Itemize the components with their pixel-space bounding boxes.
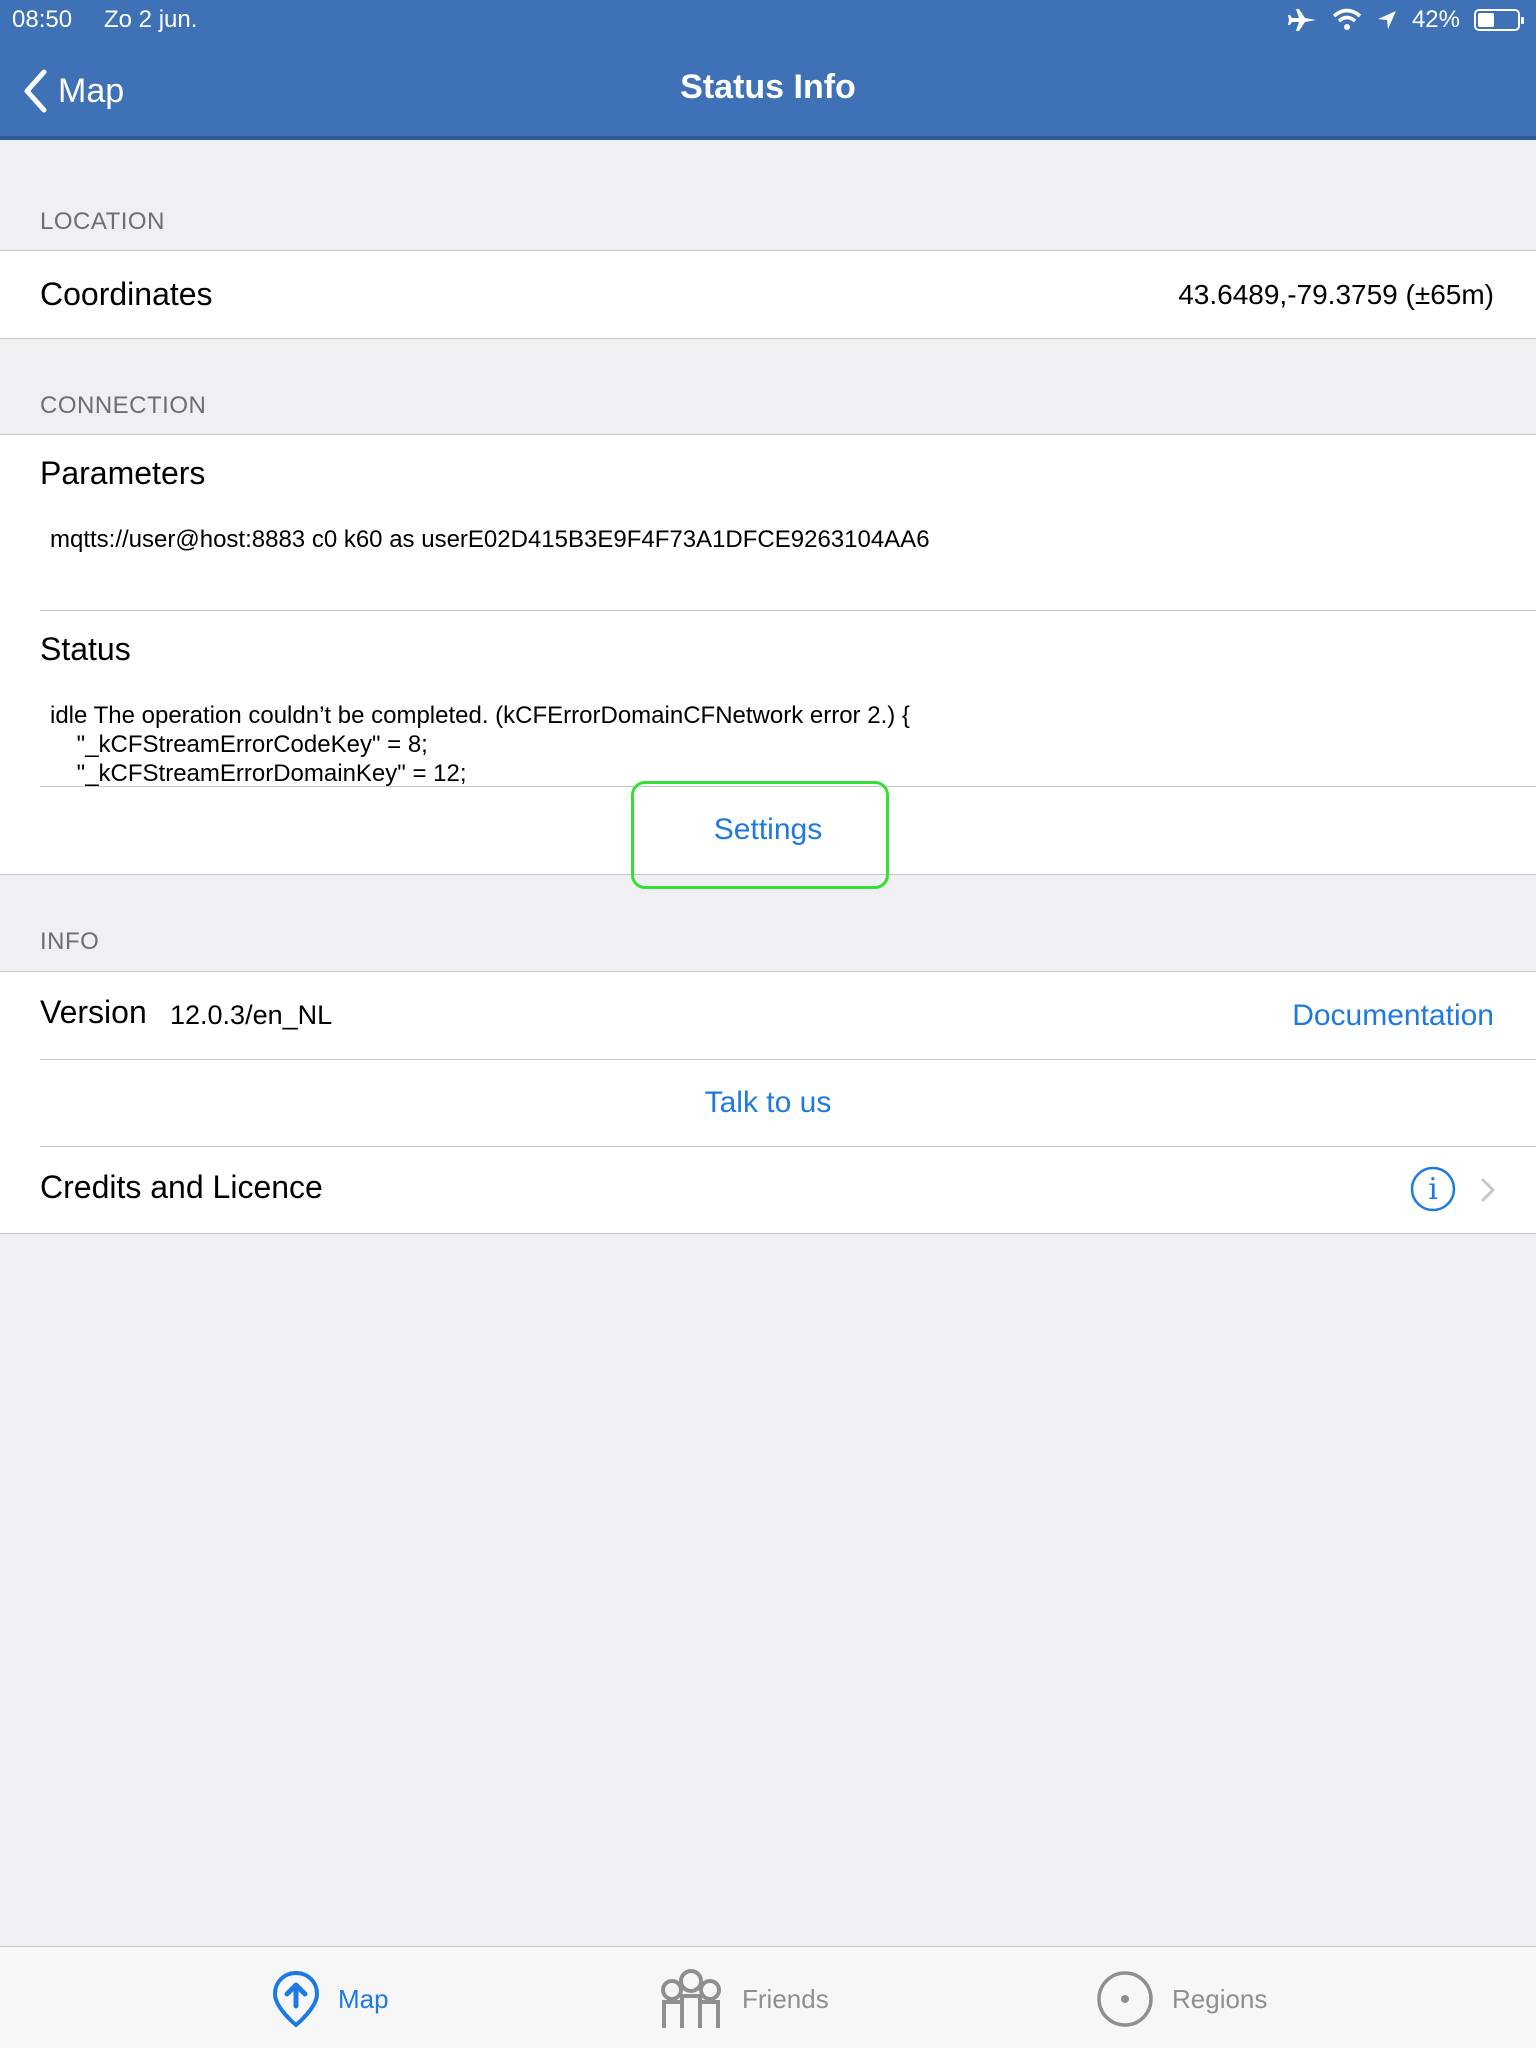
status-label: Status bbox=[40, 631, 131, 667]
status-bar: 08:50 Zo 2 jun. 42% bbox=[0, 0, 1536, 42]
credits-label: Credits and Licence bbox=[40, 1169, 323, 1205]
coordinates-value: 43.6489,-79.3759 (±65m) bbox=[1178, 279, 1494, 310]
coordinates-label: Coordinates bbox=[40, 276, 213, 312]
parameters-label: Parameters bbox=[40, 455, 206, 491]
location-group: Coordinates 43.6489,-79.3759 (±65m) bbox=[0, 250, 1536, 339]
battery-icon bbox=[1474, 9, 1524, 31]
version-label: Version bbox=[40, 994, 147, 1030]
info-icon[interactable]: i bbox=[1410, 1166, 1456, 1212]
section-header-location: LOCATION bbox=[40, 208, 165, 235]
version-value: 12.0.3/en_NL bbox=[170, 1000, 333, 1030]
tab-regions-label: Regions bbox=[1172, 1983, 1268, 2014]
section-header-info: INFO bbox=[40, 928, 100, 955]
status-time: 08:50 bbox=[12, 6, 73, 33]
svg-text:i: i bbox=[1428, 1172, 1438, 1207]
tab-map-label: Map bbox=[338, 1983, 389, 2014]
tab-bar: Map Friends Regions bbox=[0, 1946, 1536, 2048]
battery-fill bbox=[1478, 13, 1494, 27]
section-header-connection: CONNECTION bbox=[40, 392, 207, 419]
row-separator bbox=[40, 1059, 1536, 1060]
status-date: Zo 2 jun. bbox=[104, 6, 198, 33]
talk-to-us-link[interactable]: Talk to us bbox=[0, 1086, 1536, 1120]
map-pin-icon bbox=[272, 1970, 320, 2028]
location-arrow-icon bbox=[1377, 11, 1396, 29]
regions-icon bbox=[1097, 1971, 1153, 2027]
documentation-link[interactable]: Documentation bbox=[1292, 999, 1494, 1033]
settings-highlight-box bbox=[631, 781, 889, 889]
tab-regions[interactable]: Regions bbox=[1096, 1969, 1267, 2029]
row-separator bbox=[40, 610, 1536, 611]
tab-map[interactable]: Map bbox=[272, 1969, 389, 2029]
status-value: idle The operation couldn’t be completed… bbox=[50, 702, 910, 787]
chevron-right-icon bbox=[1481, 1178, 1495, 1202]
wifi-icon bbox=[1332, 8, 1362, 30]
status-indicators: 42% bbox=[1287, 6, 1524, 34]
credits-row[interactable]: Credits and Licence i bbox=[0, 1147, 1536, 1234]
airplane-icon bbox=[1287, 9, 1316, 31]
navigation-bar: 08:50 Zo 2 jun. 42% Map Status Info bbox=[0, 0, 1536, 140]
battery-percentage: 42% bbox=[1411, 6, 1460, 33]
parameters-value: mqtts://user@host:8883 c0 k60 as userE02… bbox=[50, 526, 930, 553]
tab-friends[interactable]: Friends bbox=[658, 1969, 829, 2029]
page-title: Status Info bbox=[680, 68, 856, 106]
tab-friends-label: Friends bbox=[742, 1983, 829, 2014]
info-group: Version 12.0.3/en_NL Documentation Talk … bbox=[0, 971, 1536, 1234]
friends-icon bbox=[661, 1969, 721, 2028]
